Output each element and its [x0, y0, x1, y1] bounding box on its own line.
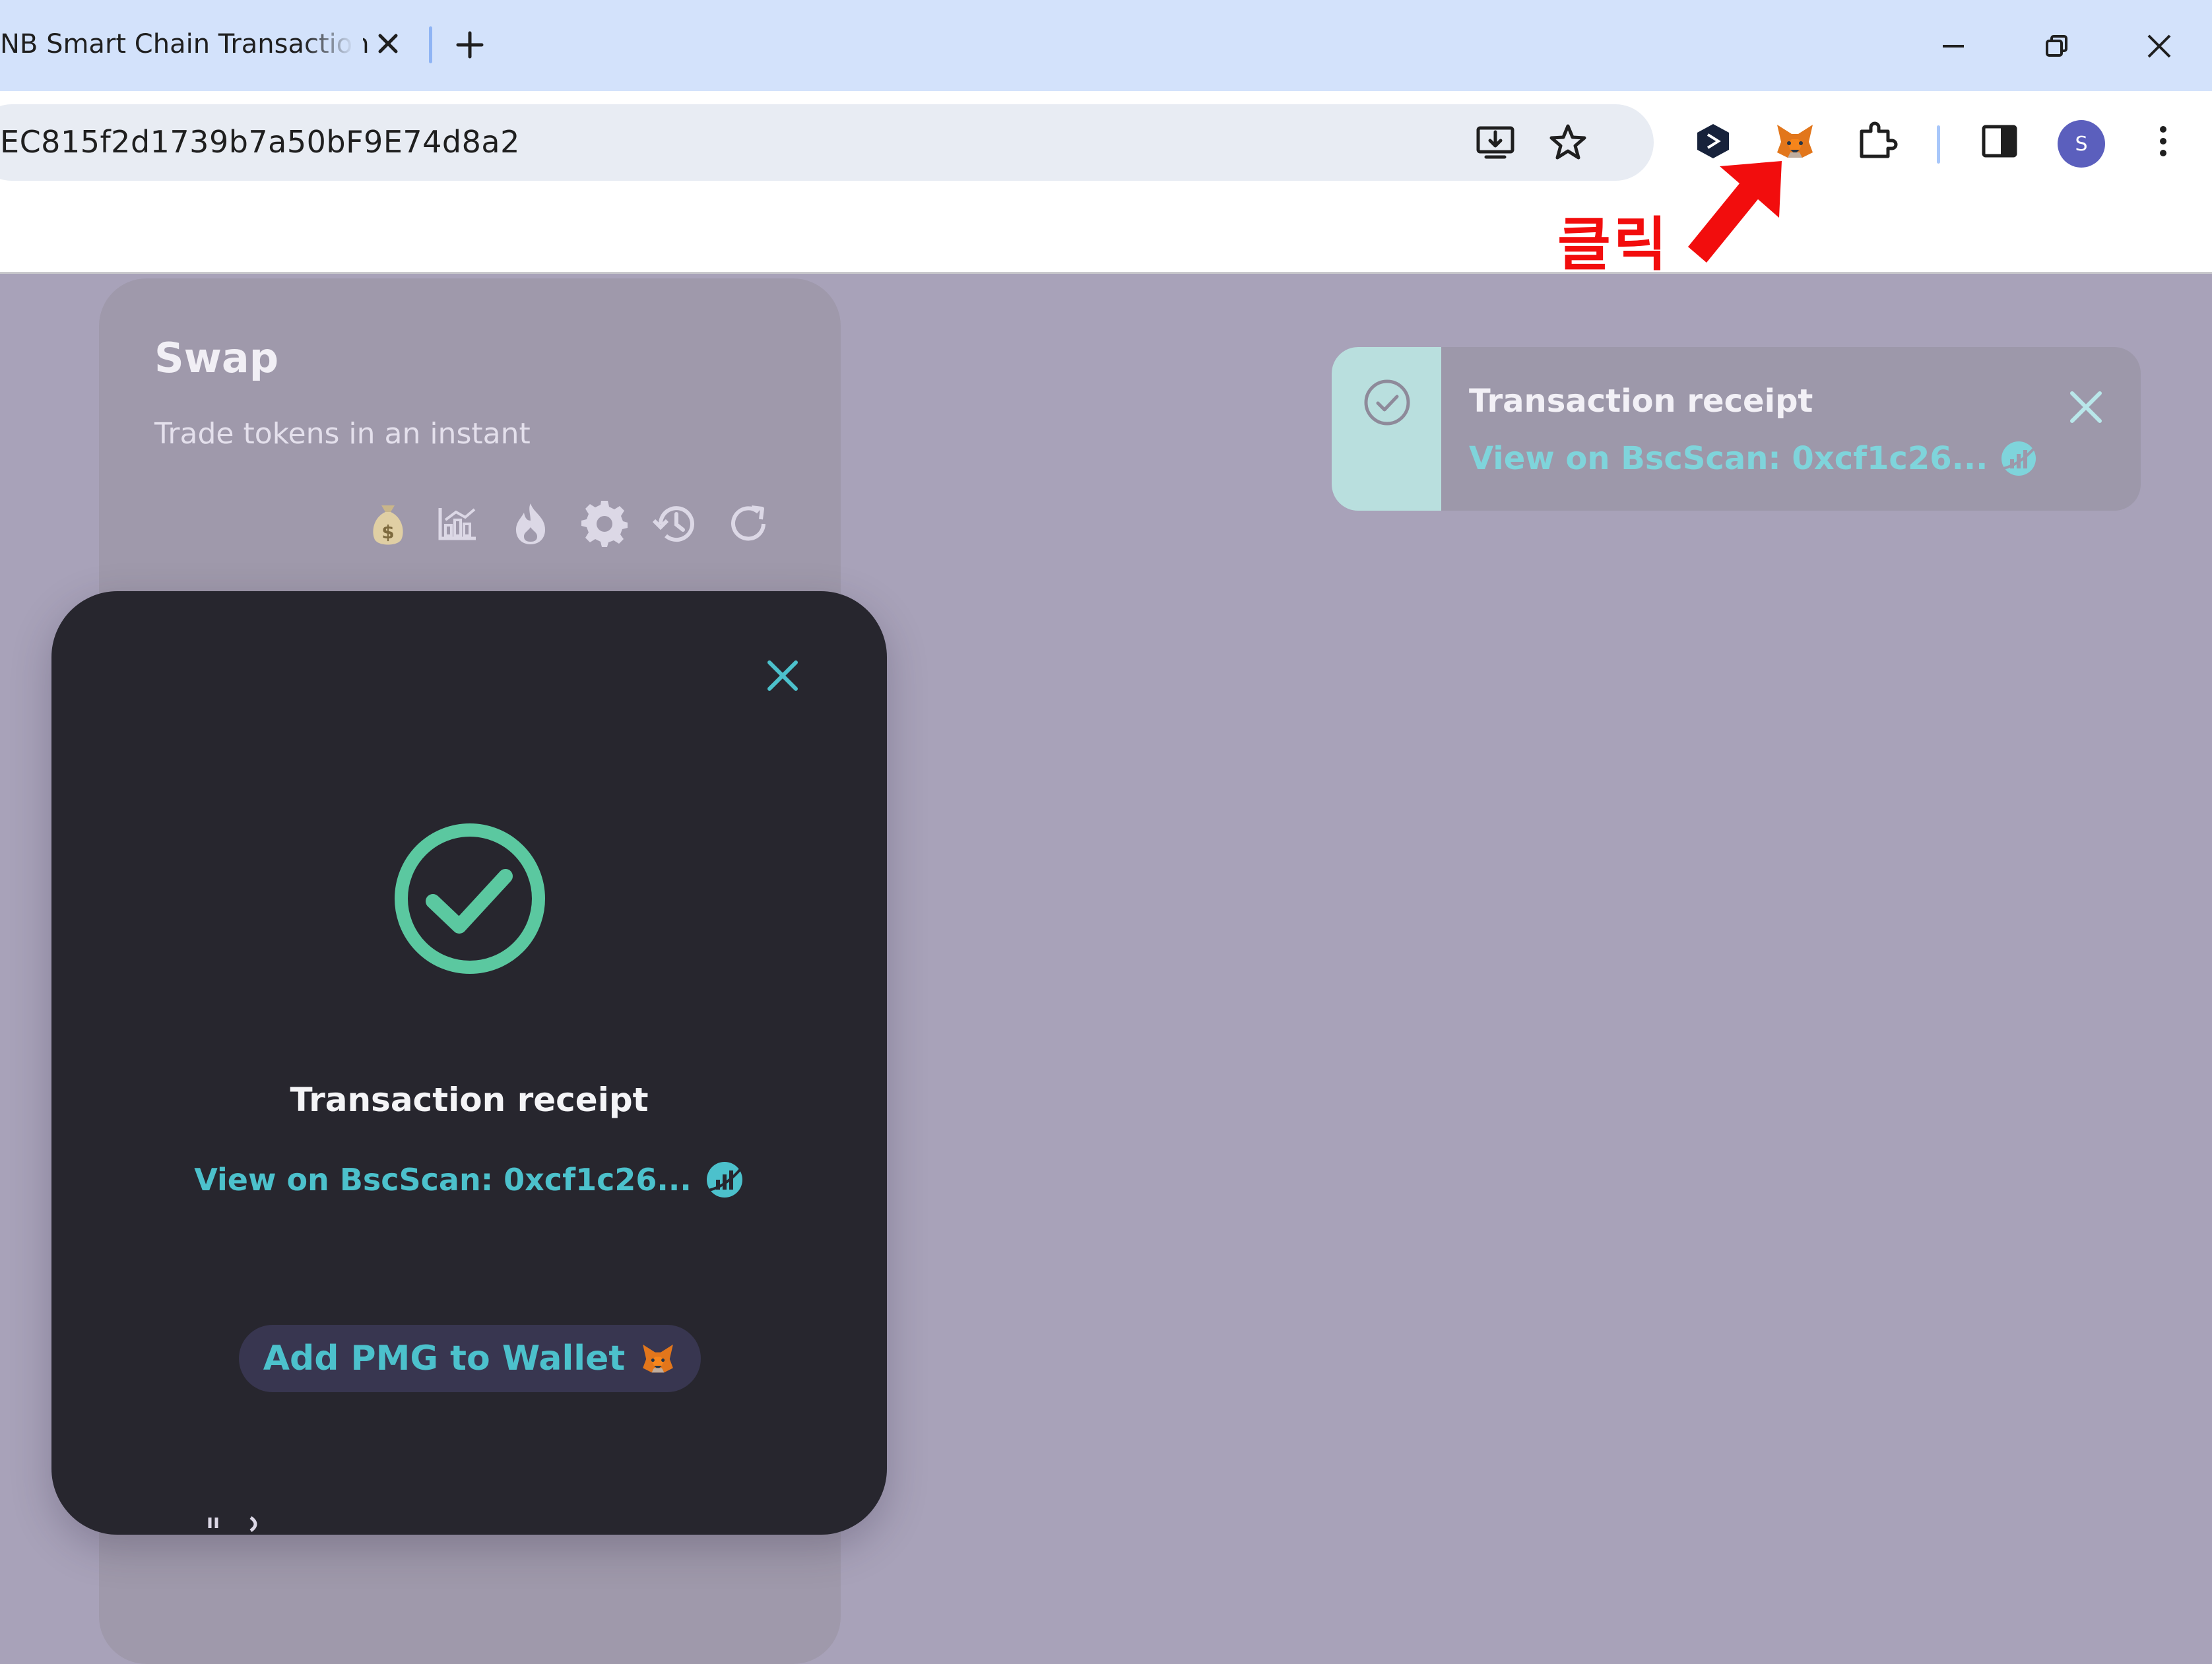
modal-bscscan-link[interactable]: View on BscScan: 0xcf1c26...: [51, 1160, 887, 1200]
side-panel-icon[interactable]: [1976, 117, 2023, 165]
minimize-icon: [1943, 45, 1964, 48]
history-icon[interactable]: [649, 497, 702, 550]
browser-menu-icon[interactable]: [2139, 117, 2187, 165]
hidden-content-glyph: [208, 1516, 257, 1533]
toast-link-text: View on BscScan: 0xcf1c26...: [1469, 440, 1988, 477]
toast-status-strip: [1332, 347, 1441, 511]
bscscan-icon: [706, 1162, 742, 1198]
settings-icon[interactable]: [578, 497, 631, 550]
address-bar[interactable]: EC815f2d1739b7a50bF9E74d8a2: [0, 104, 1654, 181]
toast-bscscan-link[interactable]: View on BscScan: 0xcf1c26...: [1469, 439, 2038, 478]
add-token-label: Add PMG to Wallet: [263, 1339, 626, 1378]
restore-icon: [2046, 35, 2067, 57]
modal-title: Transaction receipt: [290, 1081, 649, 1119]
toast-title: Transaction receipt: [1469, 383, 1813, 420]
annotation-label: 클릭: [1557, 210, 1670, 278]
browser-tab[interactable]: NB Smart Chain Transaction: [0, 0, 422, 91]
minimize-button[interactable]: [1920, 20, 1986, 73]
extensions-puzzle-icon[interactable]: [1853, 117, 1901, 165]
install-app-icon[interactable]: [1474, 121, 1516, 164]
success-check-icon: [395, 823, 545, 974]
tab-close-icon[interactable]: [370, 25, 407, 62]
close-window-button[interactable]: [2126, 20, 2192, 73]
transaction-receipt-modal: Transaction receipt View on BscScan: 0xc…: [51, 591, 887, 1535]
money-bag-icon[interactable]: $: [362, 497, 414, 550]
toolbar-divider: [1937, 125, 1940, 164]
swap-title: Swap: [154, 334, 279, 382]
tab-strip: NB Smart Chain Transaction: [0, 0, 2212, 91]
toast-close-icon[interactable]: [2063, 384, 2109, 430]
modal-close-icon[interactable]: [758, 651, 808, 701]
url-text: EC815f2d1739b7a50bF9E74d8a2: [0, 124, 520, 160]
bscscan-icon: [2001, 441, 2036, 476]
close-icon: [2147, 34, 2171, 58]
svg-text:$: $: [381, 521, 394, 543]
restore-button[interactable]: [2023, 20, 2089, 73]
browser-toolbar: EC815f2d1739b7a50bF9E74d8a2 S: [0, 91, 2212, 273]
profile-avatar[interactable]: S: [2058, 120, 2105, 168]
chart-icon[interactable]: [432, 497, 484, 550]
swap-subtitle: Trade tokens in an instant: [154, 417, 531, 451]
transaction-toast: Transaction receipt View on BscScan: 0xc…: [1332, 347, 2141, 511]
toolbar-border: [0, 272, 2212, 274]
fire-icon[interactable]: [504, 497, 557, 550]
refresh-icon[interactable]: [722, 497, 775, 550]
bookmark-star-icon[interactable]: [1547, 121, 1589, 164]
metamask-fox-icon: [643, 1344, 674, 1373]
tab-title-fade: [304, 20, 363, 73]
check-circle-icon: [1364, 379, 1410, 426]
red-arrow-icon: [1688, 161, 1782, 263]
tab-separator: [429, 26, 432, 63]
modal-link-text: View on BscScan: 0xcf1c26...: [194, 1162, 692, 1198]
add-token-to-wallet-button[interactable]: Add PMG to Wallet: [239, 1325, 701, 1392]
new-tab-icon[interactable]: [449, 24, 491, 66]
